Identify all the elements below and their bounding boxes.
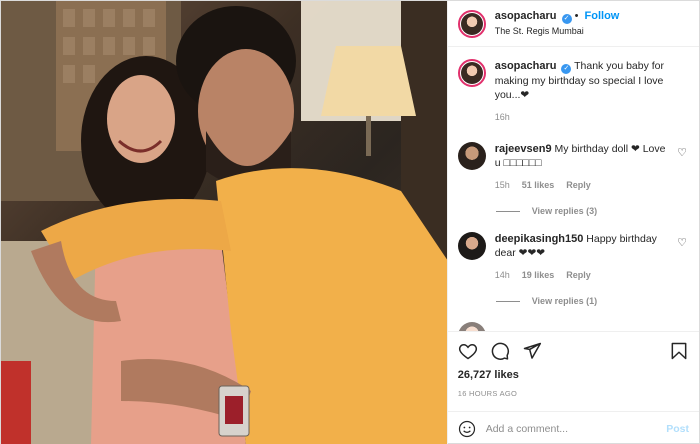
comment-item-partial (457, 322, 689, 331)
bookmark-icon[interactable] (669, 341, 689, 361)
comment-meta: 15h 51 likes Reply (495, 178, 667, 192)
comment-username[interactable]: rajeevsen9 (495, 143, 552, 155)
likes-count[interactable]: 26,727 likes (448, 369, 699, 385)
caption-username[interactable]: asopacharu (495, 60, 557, 72)
follow-button[interactable]: Follow (585, 10, 620, 22)
reply-button[interactable]: Reply (566, 268, 591, 282)
comment-time[interactable]: 15h (495, 178, 510, 192)
comment-avatar[interactable] (457, 232, 486, 260)
author-meta: asopacharu ✓ • Follow The St. Regis Mumb… (495, 9, 620, 38)
verified-badge-icon: ✓ (561, 64, 572, 74)
comment-meta: 14h 19 likes Reply (495, 268, 667, 282)
reply-button[interactable]: Reply (566, 178, 591, 192)
caption-body: asopacharu ✓ Thank you baby for making m… (495, 59, 667, 124)
separator-dot: • (574, 10, 579, 22)
author-username[interactable]: asopacharu (495, 10, 557, 22)
location-link[interactable]: The St. Regis Mumbai (495, 24, 620, 38)
comment-input[interactable]: Add a comment... (486, 423, 667, 435)
view-replies-button[interactable]: View replies (1) (495, 296, 689, 306)
comment-item: deepikasingh150 Happy birthday dear ❤❤❤ … (457, 232, 689, 282)
comments-list[interactable]: asopacharu ✓ Thank you baby for making m… (448, 47, 699, 331)
post-header: asopacharu ✓ • Follow The St. Regis Mumb… (447, 1, 699, 47)
add-comment-bar: Add a comment... Post (447, 411, 699, 444)
action-bar (447, 331, 699, 369)
verified-badge-icon: ✓ (561, 14, 572, 24)
comment-avatar[interactable] (457, 142, 486, 170)
post-photo[interactable] (1, 1, 447, 444)
instagram-post: asopacharu ✓ • Follow The St. Regis Mumb… (0, 0, 700, 444)
replies-divider (495, 210, 520, 212)
comment-avatar[interactable] (457, 322, 486, 331)
emoji-icon[interactable] (458, 420, 476, 438)
comment-icon[interactable] (490, 341, 510, 361)
caption-meta: 16h (495, 110, 667, 124)
view-replies-button[interactable]: View replies (3) (495, 206, 689, 216)
comment-username[interactable]: deepikasingh150 (495, 233, 584, 245)
caption-time[interactable]: 16h (495, 110, 510, 124)
view-replies-label[interactable]: View replies (1) (532, 296, 597, 306)
heart-icon[interactable] (458, 341, 478, 361)
caption: asopacharu ✓ Thank you baby for making m… (457, 59, 689, 124)
post-timestamp[interactable]: 16 HOURS AGO (448, 385, 699, 405)
comment-time[interactable]: 14h (495, 268, 510, 282)
post-sidebar: asopacharu ✓ • Follow The St. Regis Mumb… (446, 1, 699, 444)
author-avatar[interactable] (457, 9, 486, 38)
comment-likes[interactable]: 19 likes (522, 268, 555, 282)
share-icon[interactable] (522, 341, 542, 361)
comment-like-icon[interactable]: ♡ (677, 146, 687, 159)
photo-illustration (1, 1, 447, 444)
comment-like-icon[interactable]: ♡ (677, 236, 687, 249)
comment-likes[interactable]: 51 likes (522, 178, 555, 192)
view-replies-label[interactable]: View replies (3) (532, 206, 597, 216)
replies-divider (495, 300, 520, 302)
post-button[interactable]: Post (666, 423, 689, 435)
caption-avatar[interactable] (457, 59, 486, 87)
comment-body: deepikasingh150 Happy birthday dear ❤❤❤ … (495, 232, 667, 282)
comment-body: rajeevsen9 My birthday doll ❤ Love u □□□… (495, 142, 667, 192)
comment-item: rajeevsen9 My birthday doll ❤ Love u □□□… (457, 142, 689, 192)
